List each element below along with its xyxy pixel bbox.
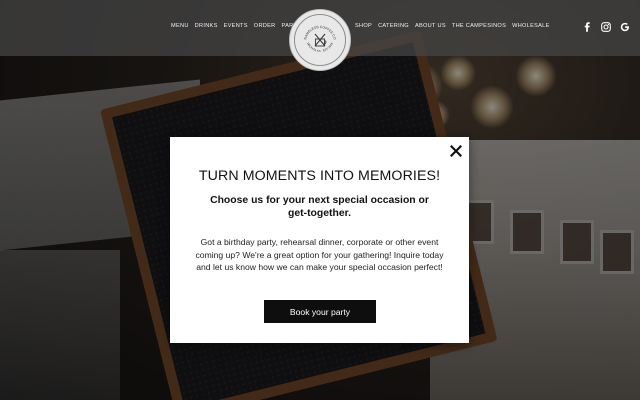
instagram-icon[interactable] — [601, 21, 611, 32]
nav-right: SHOP CATERING ABOUT US THE CAMPESINOS WH… — [355, 23, 550, 29]
nav-item-catering[interactable]: CATERING — [378, 23, 409, 29]
modal-title: TURN MOMENTS INTO MEMORIES! — [198, 168, 441, 184]
nav-item-drinks[interactable]: DRINKS — [195, 23, 218, 29]
social-links — [582, 21, 630, 32]
site-logo[interactable]: NAMELESS COFFEE CO WICHITA KS · EST 2016 — [289, 9, 351, 71]
nav-left: MENU DRINKS EVENTS ORDER PARTIES — [171, 23, 307, 29]
party-booking-modal: TURN MOMENTS INTO MEMORIES! Choose us fo… — [170, 137, 469, 343]
nav-item-about-us[interactable]: ABOUT US — [415, 23, 446, 29]
modal-subtitle: Choose us for your next special occasion… — [210, 195, 429, 219]
nav-item-events[interactable]: EVENTS — [224, 23, 248, 29]
nav-item-the-campesinos[interactable]: THE CAMPESINOS — [452, 23, 506, 29]
book-your-party-button[interactable]: Book your party — [264, 300, 376, 323]
facebook-icon[interactable] — [582, 21, 592, 32]
modal-body-text: Got a birthday party, rehearsal dinner, … — [195, 237, 444, 272]
close-icon[interactable] — [449, 144, 463, 158]
google-icon[interactable] — [620, 21, 630, 32]
nav-item-shop[interactable]: SHOP — [355, 23, 372, 29]
site-header: MENU DRINKS EVENTS ORDER PARTIES NAMELES… — [0, 0, 640, 71]
nav-item-order[interactable]: ORDER — [254, 23, 276, 29]
nav-item-wholesale[interactable]: WHOLESALE — [512, 23, 550, 29]
nav-item-menu[interactable]: MENU — [171, 23, 189, 29]
